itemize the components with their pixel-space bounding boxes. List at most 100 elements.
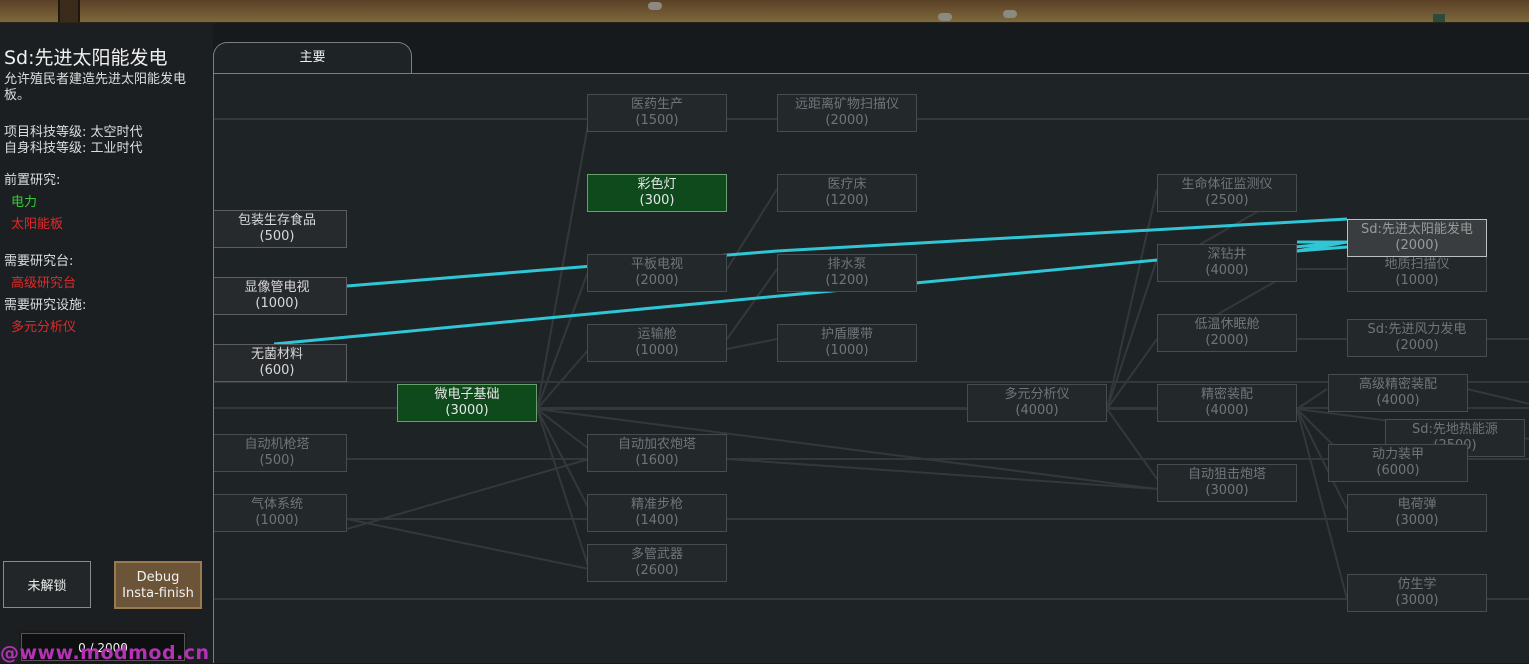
research-node-cost: (500) xyxy=(259,229,295,244)
research-node-cost: (2000) xyxy=(1395,338,1439,353)
research-node-cost: (2000) xyxy=(1395,238,1439,253)
prereq-item: 太阳能板 xyxy=(11,217,64,232)
research-node-medicine[interactable]: 医药生产 (1500) xyxy=(587,94,727,132)
research-node-name: 医药生产 xyxy=(630,97,683,112)
research-node-name: 深钻井 xyxy=(1207,247,1247,262)
world-rock xyxy=(938,13,952,21)
research-node-name: 微电子基础 xyxy=(434,387,500,402)
research-node-autocannon[interactable]: 自动加农炮塔 (1600) xyxy=(587,434,727,472)
research-node-cost: (300) xyxy=(639,193,675,208)
research-node-bionics[interactable]: 仿生学 (3000) xyxy=(1347,574,1487,612)
research-node-autoturret[interactable]: 自动机枪塔 (500) xyxy=(214,434,347,472)
project-title: Sd:先进太阳能发电 xyxy=(4,47,168,69)
research-node-name: 高级精密装配 xyxy=(1358,377,1437,392)
research-node-name: Sd:先进太阳能发电 xyxy=(1361,222,1473,237)
research-node-cost: (1000) xyxy=(255,513,299,528)
research-node-name: 低温休眠舱 xyxy=(1194,317,1260,332)
tree-connections xyxy=(214,118,1529,600)
research-node-name: 显像管电视 xyxy=(244,280,310,295)
research-node-packfood[interactable]: 包装生存食品 (500) xyxy=(214,210,347,248)
research-node-advprecision[interactable]: 高级精密装配 (4000) xyxy=(1328,374,1468,412)
research-node-flatscreen[interactable]: 平板电视 (2000) xyxy=(587,254,727,292)
research-node-name: 地质扫描仪 xyxy=(1384,257,1450,272)
research-node-medbed[interactable]: 医疗床 (1200) xyxy=(777,174,917,212)
research-node-name: 动力装甲 xyxy=(1371,447,1424,462)
research-node-name: 多元分析仪 xyxy=(1004,387,1070,402)
research-node-cost: (1600) xyxy=(635,453,679,468)
research-node-cost: (4000) xyxy=(1205,403,1249,418)
research-node-name: 气体系统 xyxy=(250,497,303,512)
research-node-cryo[interactable]: 低温休眠舱 (2000) xyxy=(1157,314,1297,352)
research-node-cost: (1000) xyxy=(635,343,679,358)
required-facility: 多元分析仪 xyxy=(11,320,77,335)
research-node-pump[interactable]: 排水泵 (1200) xyxy=(777,254,917,292)
game-world-strip xyxy=(0,0,1529,23)
research-node-cost: (4000) xyxy=(1205,263,1249,278)
research-node-name: 包装生存食品 xyxy=(237,213,316,228)
research-node-cost: (2000) xyxy=(1205,333,1249,348)
project-info-panel: Sd:先进太阳能发电 允许殖民者建造先进太阳能发电板。 项目科技等级: 太空时代… xyxy=(0,23,213,663)
required-bench: 高级研究台 xyxy=(11,276,77,291)
research-node-microelec[interactable]: 微电子基础 (3000) xyxy=(397,384,537,422)
research-node-transport[interactable]: 运输舱 (1000) xyxy=(587,324,727,362)
research-node-sterile[interactable]: 无菌材料 (600) xyxy=(214,344,347,382)
research-node-powerarmor[interactable]: 动力装甲 (6000) xyxy=(1328,444,1468,482)
research-node-cost: (3000) xyxy=(1395,513,1439,528)
research-node-deepdrill[interactable]: 深钻井 (4000) xyxy=(1157,244,1297,282)
research-node-name: 自动机枪塔 xyxy=(244,437,310,452)
research-node-name: 多管武器 xyxy=(630,547,683,562)
research-tree[interactable]: 地质扫描仪 (1000) 医药生产 (1500) 远距离矿物扫描仪 (2000) 彩色灯 (3… xyxy=(213,73,1529,663)
research-node-sniperturret[interactable]: 自动狙击炮塔 (3000) xyxy=(1157,464,1297,502)
research-node-cost: (3000) xyxy=(1205,483,1249,498)
research-node-colorlamp[interactable]: 彩色灯 (300) xyxy=(587,174,727,212)
bench-label: 需要研究台: xyxy=(4,254,74,269)
insta-finish-label: Insta-finish xyxy=(122,586,194,601)
self-tech-level: 自身科技等级: 工业时代 xyxy=(4,141,143,156)
research-node-cost: (1200) xyxy=(825,273,869,288)
research-node-name: 远距离矿物扫描仪 xyxy=(794,97,899,112)
prereq-item: 电力 xyxy=(11,195,38,210)
research-node-advsolar[interactable]: Sd:先进太阳能发电 (2000) xyxy=(1347,219,1487,257)
research-node-hidden[interactable]: 地质扫描仪 (1000) xyxy=(1347,254,1487,292)
research-node-name: 电荷弹 xyxy=(1397,497,1437,512)
research-node-cost: (1000) xyxy=(255,296,299,311)
research-node-name: 排水泵 xyxy=(827,257,867,272)
research-node-precision[interactable]: 精密装配 (4000) xyxy=(1157,384,1297,422)
research-node-cost: (2500) xyxy=(1205,193,1249,208)
debug-label: Debug xyxy=(136,570,180,585)
world-plant xyxy=(1433,14,1445,22)
debug-insta-finish-button[interactable]: Debug Insta-finish xyxy=(114,561,202,609)
research-node-cost: (600) xyxy=(259,363,295,378)
research-node-cost: (2000) xyxy=(635,273,679,288)
tab-main[interactable]: 主要 xyxy=(213,42,412,74)
research-node-advwind[interactable]: Sd:先进风力发电 (2000) xyxy=(1347,319,1487,357)
research-node-name: 平板电视 xyxy=(630,257,683,272)
research-node-cost: (4000) xyxy=(1376,393,1420,408)
research-node-cost: (3000) xyxy=(445,403,489,418)
research-node-name: 护盾腰带 xyxy=(820,327,873,342)
research-node-multianalyzer[interactable]: 多元分析仪 (4000) xyxy=(967,384,1107,422)
research-node-name: 自动加农炮塔 xyxy=(617,437,696,452)
research-node-name: 运输舱 xyxy=(637,327,677,342)
research-node-gas[interactable]: 气体系统 (1000) xyxy=(214,494,347,532)
research-node-name: Sd:先进风力发电 xyxy=(1367,322,1467,337)
watermark: @www.modmod.cn xyxy=(0,642,210,664)
research-node-precrifle[interactable]: 精准步枪 (1400) xyxy=(587,494,727,532)
research-node-name: 彩色灯 xyxy=(637,177,677,192)
research-node-cost: (2000) xyxy=(825,113,869,128)
research-node-tubetv[interactable]: 显像管电视 (1000) xyxy=(214,277,347,315)
research-node-name: Sd:先地热能源 xyxy=(1412,422,1498,437)
research-node-cost: (1400) xyxy=(635,513,679,528)
research-node-multibarrel[interactable]: 多管武器 (2600) xyxy=(587,544,727,582)
research-node-name: 生命体征监测仪 xyxy=(1181,177,1273,192)
research-node-name: 精准步枪 xyxy=(630,497,683,512)
project-description: 允许殖民者建造先进太阳能发电板。 xyxy=(4,72,187,103)
locked-button[interactable]: 未解锁 xyxy=(3,561,91,608)
research-node-cost: (1500) xyxy=(635,113,679,128)
research-node-longscanner[interactable]: 远距离矿物扫描仪 (2000) xyxy=(777,94,917,132)
research-node-vitals[interactable]: 生命体征监测仪 (2500) xyxy=(1157,174,1297,212)
world-pole xyxy=(58,0,80,22)
research-node-chargerifle[interactable]: 电荷弹 (3000) xyxy=(1347,494,1487,532)
research-node-shieldbelt[interactable]: 护盾腰带 (1000) xyxy=(777,324,917,362)
research-node-cost: (4000) xyxy=(1015,403,1059,418)
